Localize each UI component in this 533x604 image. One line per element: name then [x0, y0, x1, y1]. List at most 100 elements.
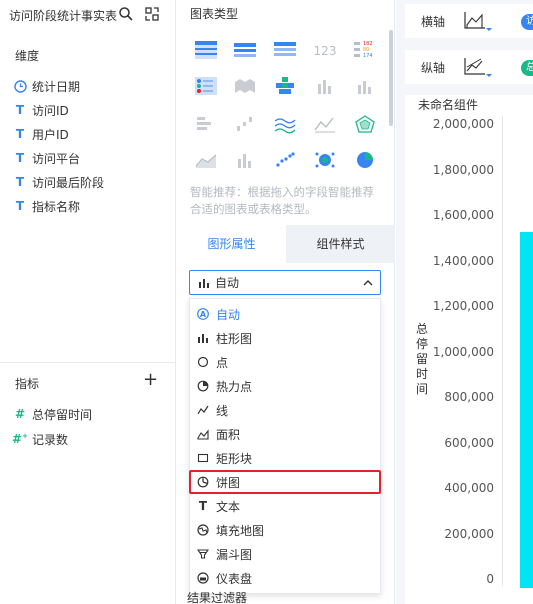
option-auto[interactable]: A 自动 [190, 302, 380, 326]
dimension-field[interactable]: T 访问平台 [13, 148, 80, 168]
y-tick-label: 400,000 [444, 481, 494, 495]
option-label: 热力点 [216, 379, 253, 394]
cross-table-icon[interactable] [273, 40, 297, 60]
auto-icon: A [197, 308, 209, 320]
option-label: 文本 [216, 499, 241, 514]
x-axis-field-pill[interactable]: 访 [521, 14, 533, 30]
pie-chart-icon[interactable] [353, 150, 377, 170]
graphic-type-select[interactable]: 自动 [189, 270, 381, 295]
field-label: 访问ID [32, 103, 69, 118]
data-panel: 访问阶段统计事实表 维度 统计日期 T 访问ID T 用户ID T 访问平台 T 访问最… [0, 0, 176, 604]
option-heat-point[interactable]: 热力点 [190, 374, 380, 398]
option-label: 线 [216, 403, 229, 418]
option-bar[interactable]: 柱形图 [190, 326, 380, 350]
option-filled-map[interactable]: 填充地图 [190, 518, 380, 542]
text-field-icon: T [15, 127, 25, 141]
dimension-field[interactable]: T 访问ID [13, 100, 69, 120]
group-table-icon[interactable] [233, 40, 257, 60]
option-dot[interactable]: 点 [190, 350, 380, 374]
option-label: 填充地图 [216, 523, 265, 538]
measures-label: 指标 [15, 377, 40, 391]
radar-icon[interactable] [353, 114, 377, 134]
dashboard-card-icon[interactable] [194, 76, 218, 96]
multi-line-icon[interactable] [273, 114, 297, 134]
kpi-number-icon[interactable]: 123 [313, 40, 337, 60]
measure-field[interactable]: # + 记录数 [12, 429, 69, 449]
chart-type-title: 图表类型 [190, 7, 239, 21]
tab-component-style[interactable]: 组件样式 [286, 225, 395, 263]
select-value: 自动 [215, 276, 240, 290]
rect-block-icon [197, 452, 209, 464]
dimension-field[interactable]: T 用户ID [13, 124, 69, 144]
x-axis-label: 横轴 [421, 15, 446, 29]
search-icon[interactable] [118, 6, 134, 22]
smart-recommend-hint: 智能推荐：根据拖入的字段智能推荐合适的图表或表格类型。 [190, 185, 374, 216]
y-tick-label: 600,000 [444, 435, 494, 450]
table-icon[interactable] [194, 40, 218, 60]
option-label: 漏斗图 [216, 547, 253, 562]
chart-type-scrollbar[interactable] [389, 30, 393, 126]
area-chart-icon[interactable] [194, 150, 218, 170]
svg-text:123: 123 [314, 44, 337, 58]
waterfall-icon[interactable] [233, 114, 257, 134]
canvas-area: 横轴 访 纵轴 总 未命名组件 总停留时间 2,000,000 1,800,000… [396, 0, 533, 604]
y-axis-chart-type-icon[interactable] [463, 56, 493, 78]
option-label: 自动 [216, 307, 241, 322]
heatmap-icon[interactable] [273, 76, 297, 96]
option-funnel[interactable]: 漏斗图 [190, 542, 380, 566]
chart-type-grid: 123 182 80 174 [177, 30, 383, 178]
text-field-icon: T [15, 151, 25, 165]
bar-chart-icon [199, 278, 209, 288]
y-tick-label: 1,800,000 [432, 162, 494, 177]
line-icon [197, 404, 209, 416]
column-chart-icon[interactable] [313, 76, 337, 96]
measure-field[interactable]: # 总停留时间 [13, 404, 92, 424]
field-label: 统计日期 [32, 79, 81, 94]
add-measure-icon[interactable]: + [143, 371, 158, 389]
y-axis-title: 总停留时间 [416, 322, 429, 396]
y-tick-label: 1,600,000 [432, 208, 494, 222]
y-axis-field-pill[interactable]: 总 [521, 60, 533, 76]
bar[interactable] [520, 231, 533, 588]
bubble-icon[interactable] [313, 150, 337, 170]
option-area[interactable]: 面积 [190, 422, 380, 446]
gauge-icon [197, 572, 209, 584]
option-gauge[interactable]: 仪表盘 [190, 566, 380, 590]
chart-type-panel: 图表类型 123 182 80 174 智能推荐：根据拖入的字段智能推荐合适的图… [177, 0, 395, 604]
range-column-icon[interactable] [233, 150, 257, 170]
field-label: 总停留时间 [32, 407, 93, 422]
area-icon [197, 428, 209, 440]
bi-editor: 访问阶段统计事实表 维度 统计日期 T 访问ID T 用户ID T 访问平台 T 访问最… [0, 0, 533, 604]
switch-dataset-icon[interactable] [144, 6, 160, 22]
map-icon[interactable] [233, 76, 257, 96]
option-pie[interactable]: 饼图 [189, 470, 381, 494]
dimension-field[interactable]: T 访问最后阶段 [13, 172, 104, 192]
stacked-column-icon[interactable] [353, 76, 377, 96]
dimensions-label: 维度 [15, 49, 40, 63]
dimension-field[interactable]: T 指标名称 [13, 196, 80, 216]
field-label: 记录数 [32, 432, 69, 447]
result-filter-label[interactable]: 结果过滤器 [187, 589, 247, 604]
y-axis-shelf[interactable]: 纵轴 总 [405, 50, 533, 84]
component-title[interactable]: 未命名组件 [418, 96, 478, 113]
tab-graphic-properties[interactable]: 图形属性 [177, 225, 286, 263]
dataset-title[interactable]: 访问阶段统计事实表 [9, 7, 121, 24]
option-line[interactable]: 线 [190, 398, 380, 422]
y-tick-label: 2,000,000 [432, 117, 494, 131]
dimension-field[interactable]: 统计日期 [13, 76, 80, 96]
option-label: 仪表盘 [216, 571, 253, 586]
scatter-icon[interactable] [273, 150, 297, 170]
x-axis-shelf[interactable]: 横轴 访 [405, 4, 533, 38]
dot-icon [197, 356, 209, 368]
kpi-card-icon[interactable]: 18280174 [353, 40, 377, 60]
option-rect-block[interactable]: 矩形块 [190, 446, 380, 470]
number-field-derived-icon: # + [12, 432, 28, 446]
x-axis-chart-type-icon[interactable] [463, 10, 493, 32]
y-axis-label: 纵轴 [421, 61, 446, 75]
option-text[interactable]: T 文本 [190, 494, 380, 518]
filled-map-icon [197, 524, 209, 536]
text-field-icon: T [15, 103, 25, 117]
line-chart-icon[interactable] [313, 114, 337, 134]
field-label: 指标名称 [32, 199, 81, 214]
bar-chart-horizontal-icon[interactable] [194, 114, 218, 134]
